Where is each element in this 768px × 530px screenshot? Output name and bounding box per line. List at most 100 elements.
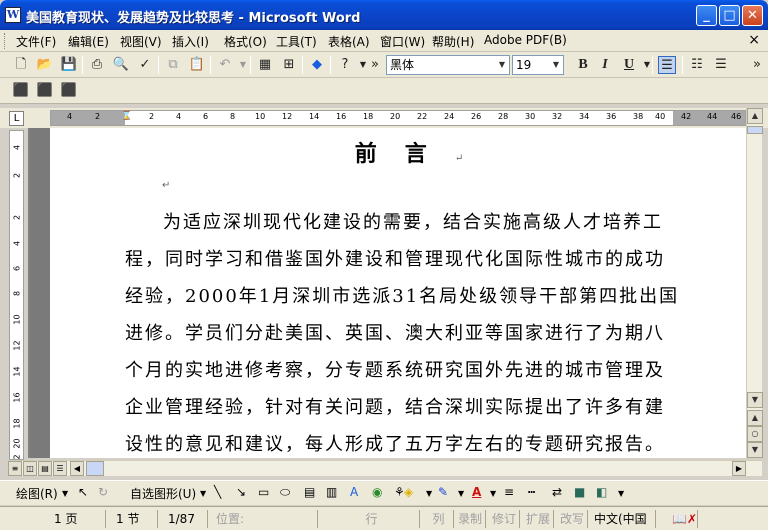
normal-view-icon[interactable]: ≡ [8,461,22,476]
open-folder-icon[interactable]: 📂 [36,56,54,74]
shadow-style-icon[interactable]: ■ [574,485,585,499]
status-record[interactable]: 录制 [454,510,486,528]
print-view-icon[interactable]: ▤ [38,461,52,476]
print-preview-icon[interactable]: 🔍 [112,56,130,74]
close-button[interactable]: ✕ [742,5,763,26]
vertical-scrollbar[interactable]: ▲ ▼ ▲ ○ ▼ [746,108,763,458]
pdf-review-icon[interactable]: ⬛ [60,82,78,100]
print-icon[interactable]: ⎙ [88,56,106,74]
bullets-icon[interactable]: ☰ [712,56,730,74]
oval-tool-icon[interactable]: ⬭ [280,485,290,500]
web-view-icon[interactable]: ◫ [23,461,37,476]
insert-table-icon[interactable]: ⊞ [280,56,298,74]
status-line[interactable]: 行 [324,510,420,528]
chevron-down-icon[interactable]: ▼ [549,56,563,74]
status-overtype[interactable]: 改写 [556,510,588,528]
chevron-down-icon[interactable]: ▼ [426,489,432,498]
close-document-icon[interactable]: × [748,32,760,48]
menu-help[interactable]: 帮助(H) [432,33,474,50]
scroll-left-icon[interactable]: ◀ [70,461,84,476]
new-document-icon[interactable]: 🗋 [12,56,30,74]
toolbar-overflow-icon[interactable]: » [748,56,766,74]
toolbar-overflow-icon[interactable]: » [366,56,384,74]
italic-button[interactable]: I [596,56,614,74]
convert-to-pdf-icon[interactable]: ⬛ [12,82,30,100]
chevron-down-icon[interactable]: ▼ [495,56,509,74]
scroll-thumb[interactable] [747,126,763,134]
status-extend[interactable]: 扩展 [522,510,554,528]
underline-button[interactable]: U [620,56,638,74]
3d-style-icon[interactable]: ◧ [596,485,607,499]
tables-borders-icon[interactable]: ▦ [256,56,274,74]
body-paragraph[interactable]: 为适应深圳现代化建设的需要，结合实施高级人才培养工 程，同时学习和借鉴国外建设和… [125,204,677,458]
font-color-icon[interactable]: A [472,485,481,499]
diagram-icon[interactable]: ◉ [372,485,382,499]
scroll-up-icon[interactable]: ▲ [747,108,763,124]
arrow-tool-icon[interactable]: ↘ [236,485,246,499]
menu-grip[interactable] [4,33,7,49]
status-column[interactable]: 列 [424,510,454,528]
copy-icon[interactable]: ⧉ [164,56,182,74]
pdf-email-icon[interactable]: ⬛ [36,82,54,100]
undo-icon[interactable]: ↶ [216,56,234,74]
fill-color-icon[interactable]: ◈ [404,485,413,499]
browse-object-icon[interactable]: ○ [747,426,763,442]
menu-file[interactable]: 文件(F) [16,33,56,50]
horizontal-scroll-thumb[interactable] [86,461,104,476]
status-page[interactable]: 1 页 [50,510,106,528]
document-heading[interactable]: 前言↵ [50,136,746,168]
outline-view-icon[interactable]: ☰ [53,461,67,476]
tab-selector-button[interactable]: L [9,111,24,126]
next-page-icon[interactable]: ▼ [747,442,763,458]
menu-insert[interactable]: 插入(I) [172,33,209,50]
status-language[interactable]: 中文(中国 [590,510,656,528]
align-center-icon[interactable]: ☰ [658,56,676,74]
document-page[interactable]: 前言↵ ↵ 为适应深圳现代化建设的需要，结合实施高级人才培养工 程，同时学习和借… [50,128,746,458]
chevron-down-icon[interactable]: ▼ [618,489,624,498]
word-app-icon[interactable]: W [5,7,21,23]
font-size-select[interactable]: 19 ▼ [512,55,564,75]
indent-marker-icon[interactable]: ⌛ [121,111,132,121]
line-tool-icon[interactable]: ╲ [214,485,221,499]
wordart-icon[interactable]: A [350,485,358,499]
save-icon[interactable]: 💾 [60,56,78,74]
status-page-count[interactable]: 1/87 [164,510,208,528]
chevron-down-icon[interactable]: ▼ [458,489,464,498]
chevron-down-icon[interactable]: ▼ [62,489,68,498]
menu-adobe-pdf[interactable]: Adobe PDF(B) [484,33,567,47]
vertical-ruler[interactable]: 4 2 2 4 6 8 10 12 14 16 18 20 22 [9,130,24,465]
paste-icon[interactable]: 📋 [188,56,206,74]
draw-menu-button[interactable]: 绘图(R) [16,485,58,502]
autoshapes-menu-button[interactable]: 自选图形(U) [130,485,196,502]
status-section[interactable]: 1 节 [112,510,158,528]
horizontal-scrollbar[interactable]: ≡ ◫ ▤ ☰ ◀ ▶ [8,460,762,476]
line-style-icon[interactable]: ≡ [504,485,514,499]
menu-format[interactable]: 格式(O) [224,33,267,50]
horizontal-ruler[interactable]: ⌛ 4 2 2 4 6 8 10 12 14 16 18 20 22 24 26… [50,110,746,126]
spelling-status-icon[interactable]: 📖✗ [668,510,698,528]
rectangle-tool-icon[interactable]: ▭ [258,485,269,499]
arrow-style-icon[interactable]: ⇄ [552,485,562,499]
menu-table[interactable]: 表格(A) [328,33,370,50]
numbering-icon[interactable]: ☷ [688,56,706,74]
menu-tools[interactable]: 工具(T) [276,33,317,50]
free-rotate-icon[interactable]: ↻ [98,485,108,499]
dash-style-icon[interactable]: ┅ [528,485,535,499]
spelling-icon[interactable]: ✓ [136,56,154,74]
help-icon[interactable]: ? [336,56,354,74]
chevron-down-icon[interactable]: ▼ [490,489,496,498]
font-name-select[interactable]: 黑体 ▼ [386,55,510,75]
drawing-toggle-icon[interactable]: ◆ [308,56,326,74]
select-objects-icon[interactable]: ↖ [78,485,88,499]
minimize-button[interactable]: _ [696,5,717,26]
menu-window[interactable]: 窗口(W) [380,33,425,50]
status-track-changes[interactable]: 修订 [488,510,520,528]
menu-view[interactable]: 视图(V) [120,33,162,50]
text-box-icon[interactable]: ▤ [304,485,315,499]
scroll-right-icon[interactable]: ▶ [732,461,746,476]
previous-page-icon[interactable]: ▲ [747,410,763,426]
chevron-down-icon[interactable]: ▼ [200,489,206,498]
underline-dropdown-icon[interactable]: ▼ [638,56,656,74]
line-color-icon[interactable]: ✎ [438,485,448,499]
status-position[interactable]: 位置: [212,510,318,528]
